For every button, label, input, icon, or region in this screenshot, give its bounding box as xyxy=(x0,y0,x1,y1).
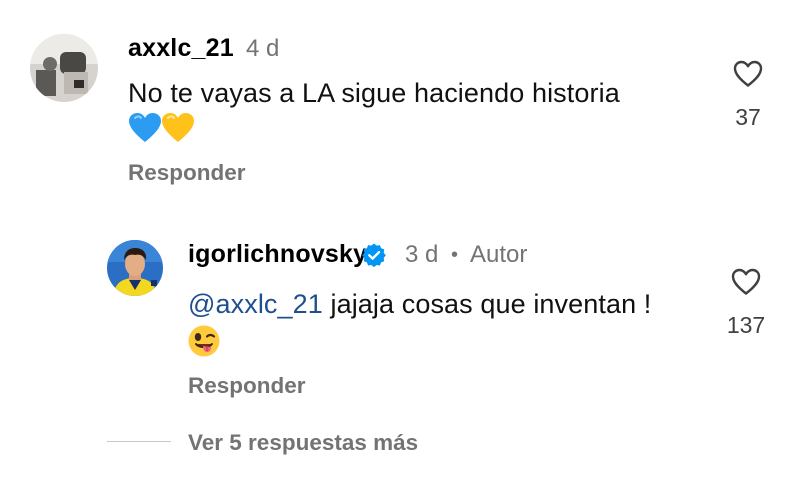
comment-text: No te vayas a LA sigue haciendo historia xyxy=(128,78,620,108)
like-heart-icon[interactable] xyxy=(731,268,761,296)
author-badge: Autor xyxy=(470,241,528,268)
yellow-heart-icon xyxy=(161,112,195,144)
comment-time: 3 d xyxy=(405,241,439,268)
comment-body: @axxlc_21 jajaja cosas que inventan ! xyxy=(188,289,651,320)
like-heart-icon[interactable] xyxy=(733,60,763,88)
replies-divider xyxy=(107,441,171,442)
comment-time: 4 d xyxy=(246,35,280,62)
mention-link[interactable]: @axxlc_21 xyxy=(188,289,323,319)
like-count: 137 xyxy=(726,312,766,338)
avatar[interactable] xyxy=(30,34,98,102)
comment-text: jajaja cosas que inventan ! xyxy=(330,289,652,319)
comment-username[interactable]: igorlichnovsky xyxy=(188,240,367,269)
comment-username[interactable]: axxlc_21 xyxy=(128,34,234,63)
reply-button[interactable]: Responder xyxy=(188,373,306,399)
separator-dot: • xyxy=(451,244,459,266)
comments-thread: axxlc_21 4 d No te vayas a LA sigue haci… xyxy=(0,0,800,483)
verified-badge-icon xyxy=(361,242,387,273)
winking-face-with-tongue-icon xyxy=(187,324,221,358)
like-count: 37 xyxy=(735,104,761,130)
blue-heart-icon xyxy=(128,112,162,144)
avatar[interactable] xyxy=(107,240,163,296)
reply-button[interactable]: Responder xyxy=(128,160,246,186)
view-more-replies-button[interactable]: Ver 5 respuestas más xyxy=(188,430,418,456)
